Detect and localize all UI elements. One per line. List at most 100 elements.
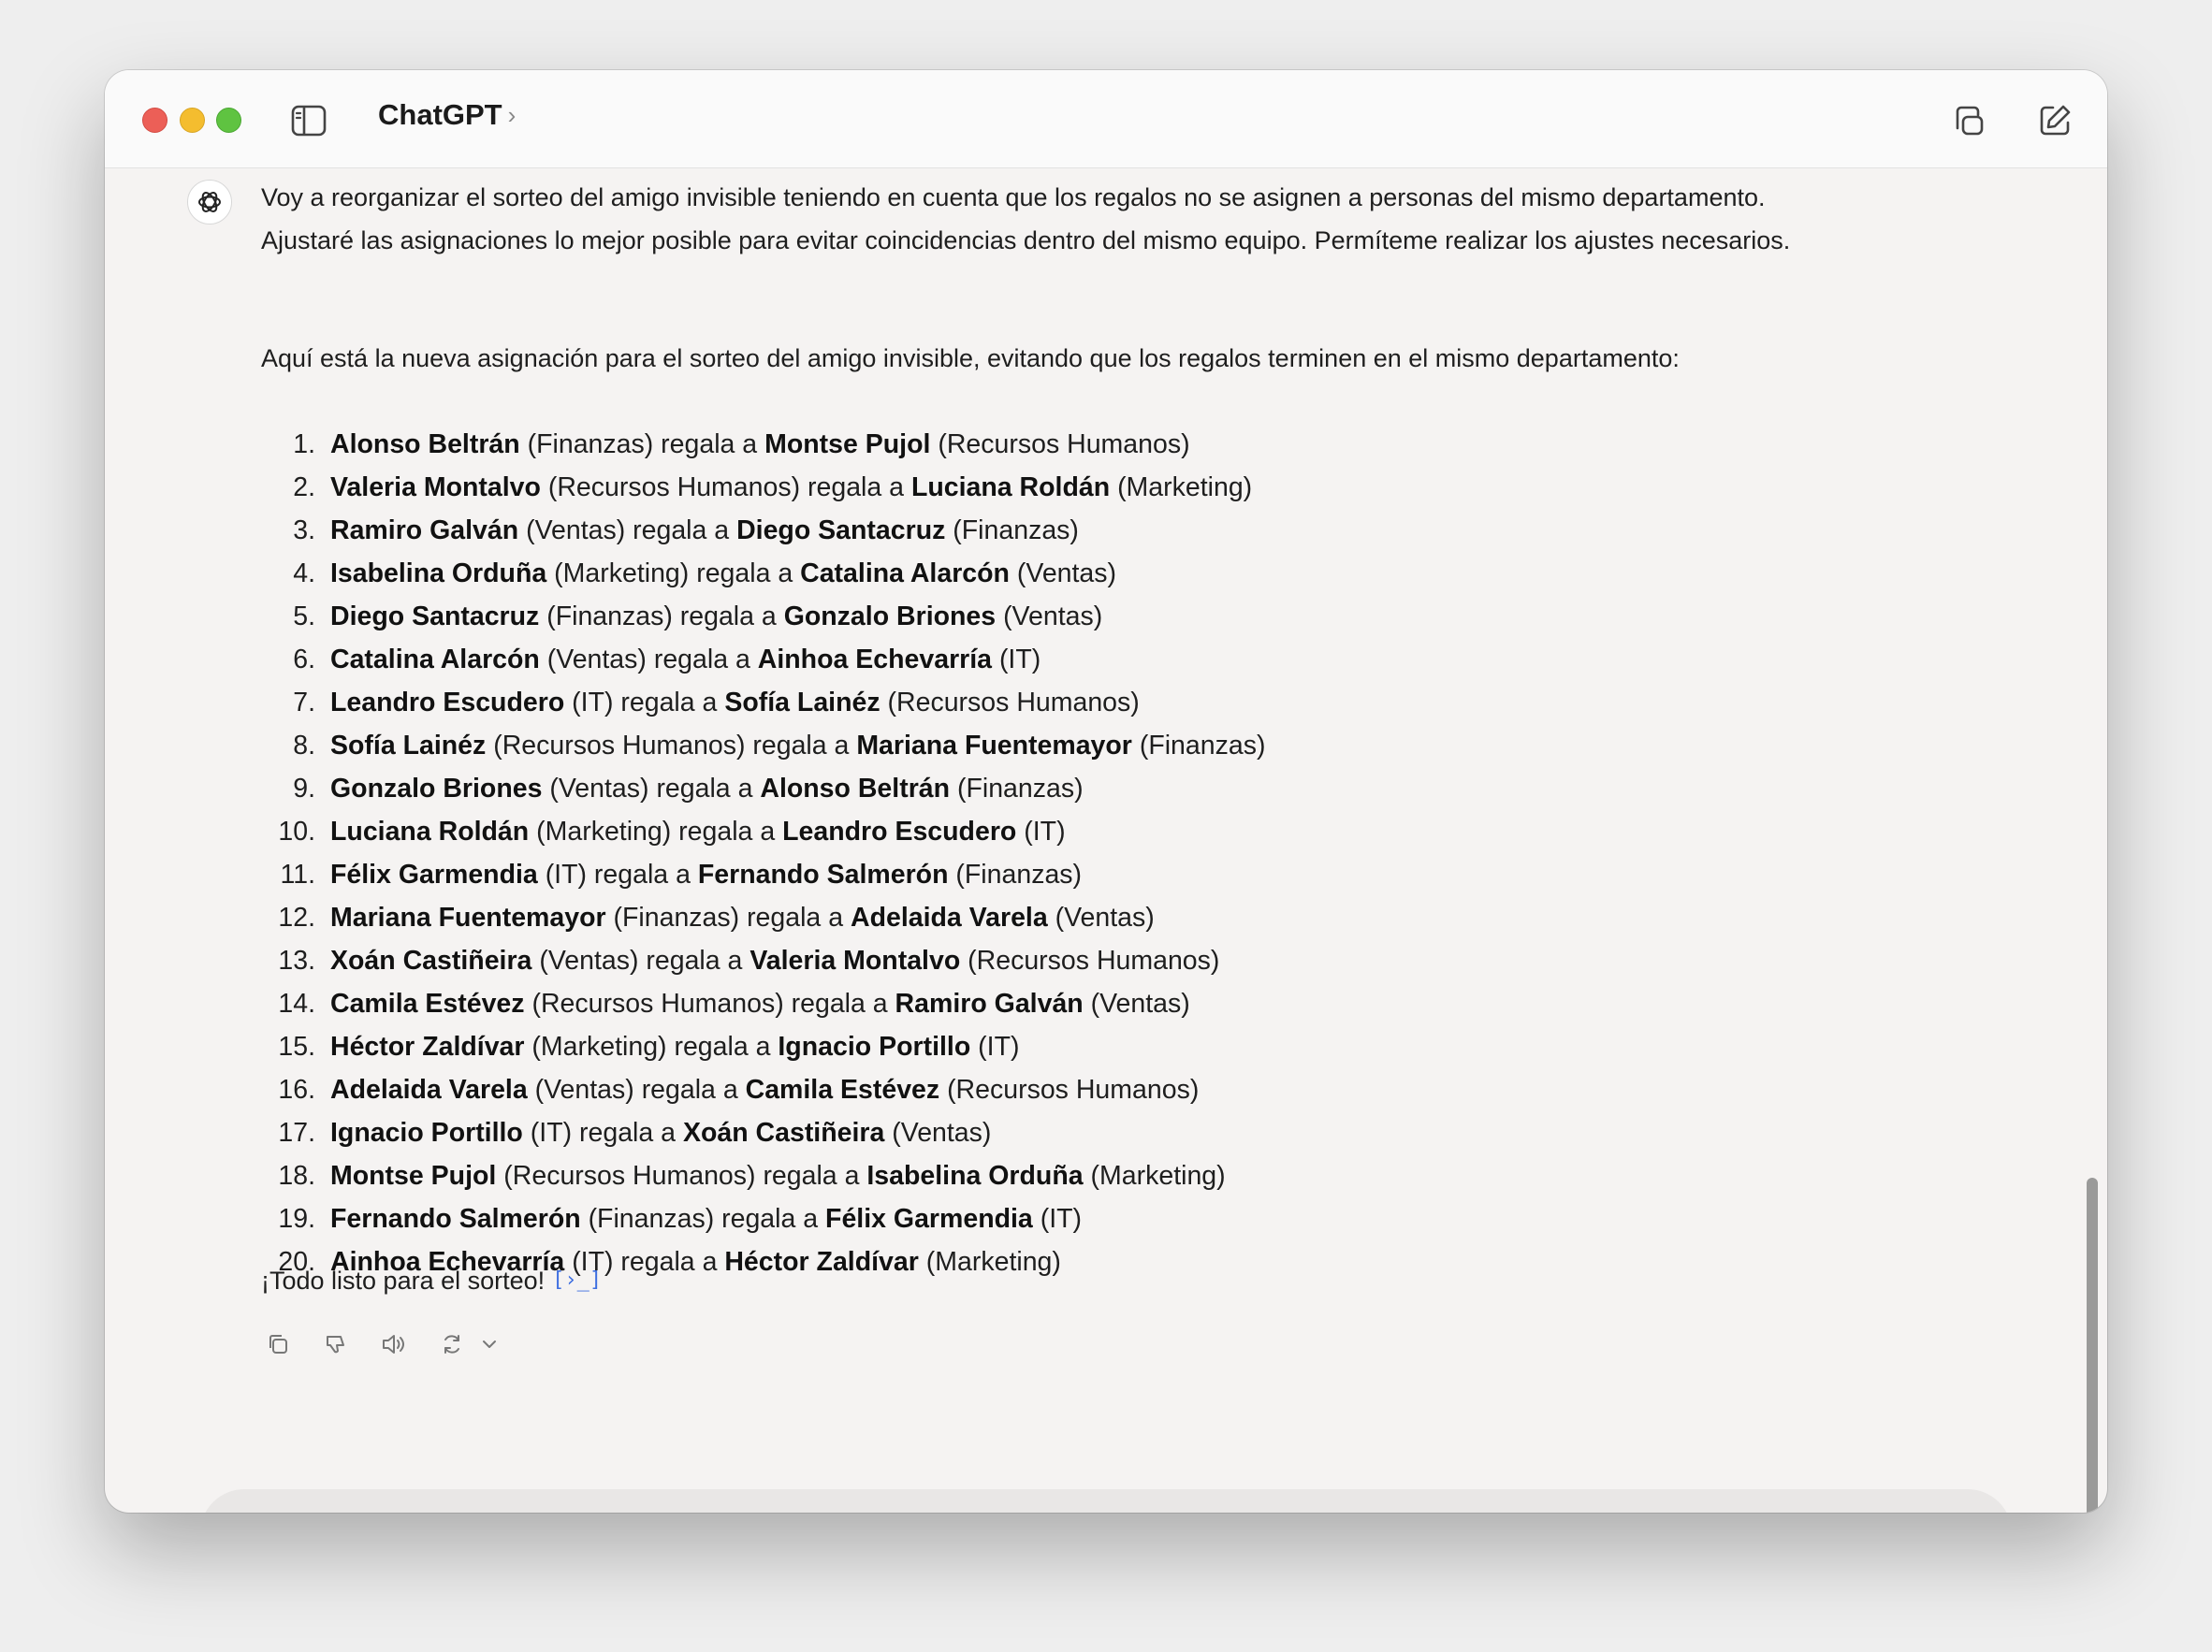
assignment-text: Fernando Salmerón (Finanzas) regala a Fé… bbox=[330, 1197, 1082, 1240]
receiver-name: Xoán Castiñeira bbox=[682, 1118, 885, 1148]
giver-name: Valeria Montalvo bbox=[330, 472, 541, 502]
receiver-name: Alonso Beltrán bbox=[760, 774, 951, 804]
assignment-text: Sofía Lainéz (Recursos Humanos) regala a… bbox=[330, 724, 1265, 767]
giver-name: Luciana Roldán bbox=[330, 817, 530, 847]
sidebar-icon[interactable] bbox=[290, 104, 327, 138]
assignment-text: Héctor Zaldívar (Marketing) regala a Ign… bbox=[330, 1025, 1019, 1068]
receiver-department: (Finanzas) bbox=[953, 515, 1079, 545]
item-number: 17. bbox=[278, 1118, 315, 1148]
list-item: 16. Adelaida Varela (Ventas) regala a Cam… bbox=[261, 1068, 1665, 1111]
receiver-name: Ramiro Galván bbox=[895, 989, 1084, 1019]
gift-verb: regala a bbox=[808, 472, 905, 502]
item-number: 13. bbox=[278, 946, 315, 976]
giver-name: Gonzalo Briones bbox=[330, 774, 543, 804]
close-window-button[interactable] bbox=[142, 108, 167, 133]
assignment-text: Xoán Castiñeira (Ventas) regala a Valeri… bbox=[330, 939, 1219, 982]
model-selector[interactable]: ChatGPT › bbox=[378, 98, 516, 132]
receiver-department: (Finanzas) bbox=[955, 860, 1083, 890]
list-item: 3. Ramiro Galván (Ventas) regala a Diego … bbox=[261, 509, 1665, 552]
list-item: 6. Catalina Alarcón (Ventas) regala a Ain… bbox=[261, 638, 1665, 681]
read-aloud-icon[interactable] bbox=[378, 1328, 410, 1360]
giver-department: (Marketing) bbox=[554, 558, 690, 588]
receiver-name: Sofía Lainéz bbox=[724, 688, 880, 717]
giver-department: (Ventas) bbox=[549, 774, 649, 804]
chevron-down-icon[interactable] bbox=[473, 1328, 505, 1360]
intro-line: Ajustaré las asignaciones lo mejor posib… bbox=[261, 226, 1791, 254]
assignment-text: Ramiro Galván (Ventas) regala a Diego Sa… bbox=[330, 509, 1079, 552]
minimize-window-button[interactable] bbox=[180, 108, 205, 133]
item-number: 2. bbox=[293, 472, 315, 502]
list-item: 11. Félix Garmendia (IT) regala a Fernand… bbox=[261, 853, 1665, 896]
receiver-department: (Ventas) bbox=[1003, 601, 1103, 631]
receiver-name: Félix Garmendia bbox=[825, 1204, 1033, 1234]
gift-verb: regala a bbox=[679, 601, 777, 631]
giver-name: Félix Garmendia bbox=[330, 860, 538, 890]
giver-name: Fernando Salmerón bbox=[330, 1204, 581, 1234]
assignment-text: Leandro Escudero (IT) regala a Sofía Lai… bbox=[330, 681, 1140, 724]
receiver-name: Mariana Fuentemayor bbox=[856, 731, 1132, 761]
item-number: 11. bbox=[280, 860, 315, 890]
giver-department: (Marketing) bbox=[531, 1032, 667, 1062]
new-window-icon[interactable] bbox=[1948, 100, 1989, 141]
gift-verb: regala a bbox=[646, 946, 743, 976]
receiver-department: (Finanzas) bbox=[1139, 731, 1266, 761]
giver-name: Adelaida Varela bbox=[330, 1075, 528, 1105]
list-item: 13. Xoán Castiñeira (Ventas) regala a Val… bbox=[261, 939, 1665, 982]
giver-name: Sofía Lainéz bbox=[330, 731, 487, 761]
code-citation-icon[interactable]: [›_] bbox=[552, 1259, 602, 1302]
assignment-text: Mariana Fuentemayor (Finanzas) regala a … bbox=[330, 896, 1155, 939]
receiver-department: (Marketing) bbox=[1117, 472, 1253, 502]
item-number: 5. bbox=[293, 601, 315, 631]
message-input[interactable] bbox=[286, 1510, 1787, 1513]
conversation: Voy a reorganizar el sorteo del amigo in… bbox=[105, 168, 2107, 1513]
receiver-name: Ainhoa Echevarría bbox=[757, 645, 993, 674]
receiver-department: (Recursos Humanos) bbox=[968, 946, 1220, 976]
gift-verb: regala a bbox=[696, 558, 793, 588]
giver-department: (Ventas) bbox=[539, 946, 639, 976]
item-number: 9. bbox=[293, 774, 315, 804]
thumbs-down-icon[interactable] bbox=[320, 1328, 352, 1360]
intro-line: Voy a reorganizar el sorteo del amigo in… bbox=[261, 183, 1766, 211]
receiver-name: Montse Pujol bbox=[764, 429, 931, 459]
compose-icon[interactable] bbox=[2034, 100, 2075, 141]
giver-department: (Finanzas) bbox=[588, 1204, 715, 1234]
gift-verb: regala a bbox=[633, 515, 730, 545]
gift-verb: regala a bbox=[620, 688, 718, 717]
message-actions bbox=[262, 1328, 505, 1360]
receiver-name: Ignacio Portillo bbox=[778, 1032, 971, 1062]
closing-text: ¡Todo listo para el sorteo! bbox=[261, 1267, 546, 1295]
copy-icon[interactable] bbox=[262, 1328, 294, 1360]
item-number: 3. bbox=[293, 515, 315, 545]
assignment-text: Camila Estévez (Recursos Humanos) regala… bbox=[330, 982, 1190, 1025]
gift-verb: regala a bbox=[674, 1032, 771, 1062]
giver-name: Camila Estévez bbox=[330, 989, 525, 1019]
gift-verb: regala a bbox=[653, 645, 750, 674]
giver-name: Diego Santacruz bbox=[330, 601, 540, 631]
giver-name: Héctor Zaldívar bbox=[330, 1032, 525, 1062]
giver-department: (Finanzas) bbox=[546, 601, 673, 631]
list-item: 4. Isabelina Orduña (Marketing) regala a … bbox=[261, 552, 1665, 595]
giver-name: Leandro Escudero bbox=[330, 688, 565, 717]
list-item: 10. Luciana Roldán (Marketing) regala a L… bbox=[261, 810, 1665, 853]
assignment-text: Valeria Montalvo (Recursos Humanos) rega… bbox=[330, 466, 1252, 509]
gift-verb: regala a bbox=[752, 731, 850, 761]
assignment-text: Isabelina Orduña (Marketing) regala a Ca… bbox=[330, 552, 1116, 595]
giver-department: (Finanzas) bbox=[613, 903, 740, 933]
zoom-window-button[interactable] bbox=[216, 108, 241, 133]
app-title-text: ChatGPT bbox=[378, 98, 502, 131]
receiver-department: (Recursos Humanos) bbox=[947, 1075, 1200, 1105]
regenerate-icon[interactable] bbox=[436, 1328, 468, 1360]
list-item: 19. Fernando Salmerón (Finanzas) regala a… bbox=[261, 1197, 1665, 1240]
item-number: 7. bbox=[293, 688, 315, 717]
scrollbar-thumb[interactable] bbox=[2087, 1178, 2098, 1513]
receiver-name: Gonzalo Briones bbox=[783, 601, 997, 631]
assignment-text: Gonzalo Briones (Ventas) regala a Alonso… bbox=[330, 767, 1084, 810]
item-number: 18. bbox=[278, 1161, 315, 1191]
item-number: 19. bbox=[278, 1204, 315, 1234]
gift-verb: regala a bbox=[791, 989, 888, 1019]
giver-name: Mariana Fuentemayor bbox=[330, 903, 606, 933]
giver-name: Montse Pujol bbox=[330, 1161, 497, 1191]
assignment-text: Ignacio Portillo (IT) regala a Xoán Cast… bbox=[330, 1111, 991, 1154]
receiver-name: Luciana Roldán bbox=[910, 472, 1111, 502]
gift-verb: regala a bbox=[721, 1204, 819, 1234]
